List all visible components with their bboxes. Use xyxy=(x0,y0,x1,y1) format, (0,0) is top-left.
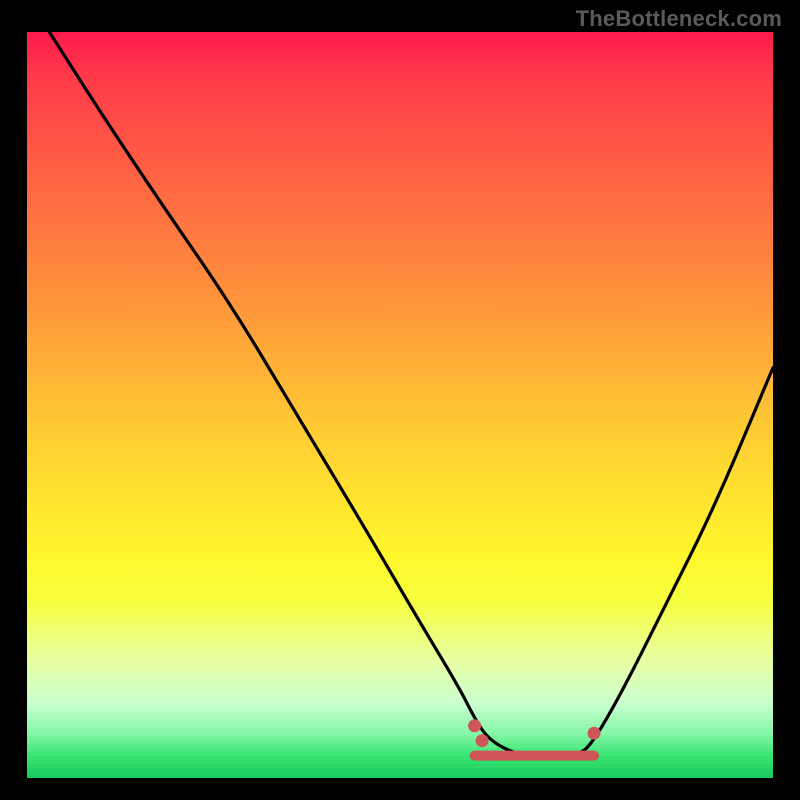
marker-dot xyxy=(476,734,489,747)
chart-frame: TheBottleneck.com xyxy=(0,0,800,800)
watermark-text: TheBottleneck.com xyxy=(576,6,782,32)
bottleneck-curve xyxy=(49,32,773,756)
marker-dot xyxy=(588,727,601,740)
plot-area xyxy=(27,32,773,778)
chart-svg xyxy=(27,32,773,778)
marker-dot xyxy=(468,719,481,732)
markers-group xyxy=(468,719,600,747)
